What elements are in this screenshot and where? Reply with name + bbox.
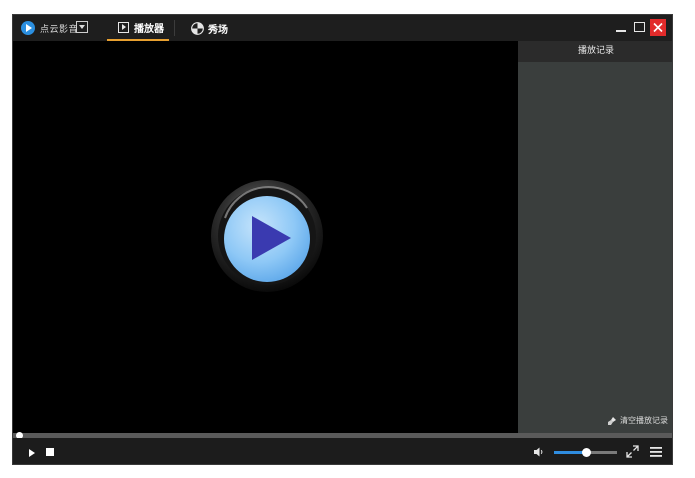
list-icon[interactable] <box>650 446 662 458</box>
title-bar[interactable]: 点云影音 播放器 秀场 <box>13 15 672 41</box>
maximize-button[interactable] <box>632 19 648 36</box>
player-window: 点云影音 播放器 秀场 播放记录 清空播放记录 <box>12 14 673 465</box>
clear-history-button[interactable]: 清空播放记录 <box>607 415 668 426</box>
stop-button[interactable] <box>46 448 54 456</box>
tab-divider <box>174 20 175 36</box>
clear-history-label: 清空播放记录 <box>620 416 668 425</box>
close-icon <box>653 22 663 33</box>
app-name[interactable]: 点云影音 <box>40 22 78 35</box>
speaker-icon[interactable] <box>533 446 545 458</box>
app-menu-dropdown-icon[interactable] <box>76 21 88 33</box>
play-button[interactable] <box>29 449 35 457</box>
play-square-icon <box>118 21 129 33</box>
volume-handle[interactable] <box>581 448 591 457</box>
expand-arrows-icon[interactable] <box>626 445 639 458</box>
tab-show-label: 秀场 <box>208 24 228 36</box>
tab-show[interactable]: 秀场 <box>191 15 251 41</box>
close-button[interactable] <box>650 19 666 36</box>
history-sidebar: 播放记录 清空播放记录 <box>518 41 672 433</box>
video-area[interactable] <box>13 41 518 433</box>
minimize-button[interactable] <box>613 19 629 36</box>
control-bar <box>13 438 672 464</box>
history-title: 播放记录 <box>518 41 672 62</box>
tab-player-label: 播放器 <box>134 23 164 35</box>
tab-player[interactable]: 播放器 <box>107 15 169 41</box>
volume-slider[interactable] <box>554 448 617 457</box>
big-play-button[interactable] <box>211 178 323 293</box>
broom-icon <box>608 416 616 425</box>
app-logo-icon[interactable] <box>21 21 35 35</box>
pinwheel-icon <box>191 21 204 35</box>
volume-fill <box>554 451 586 454</box>
